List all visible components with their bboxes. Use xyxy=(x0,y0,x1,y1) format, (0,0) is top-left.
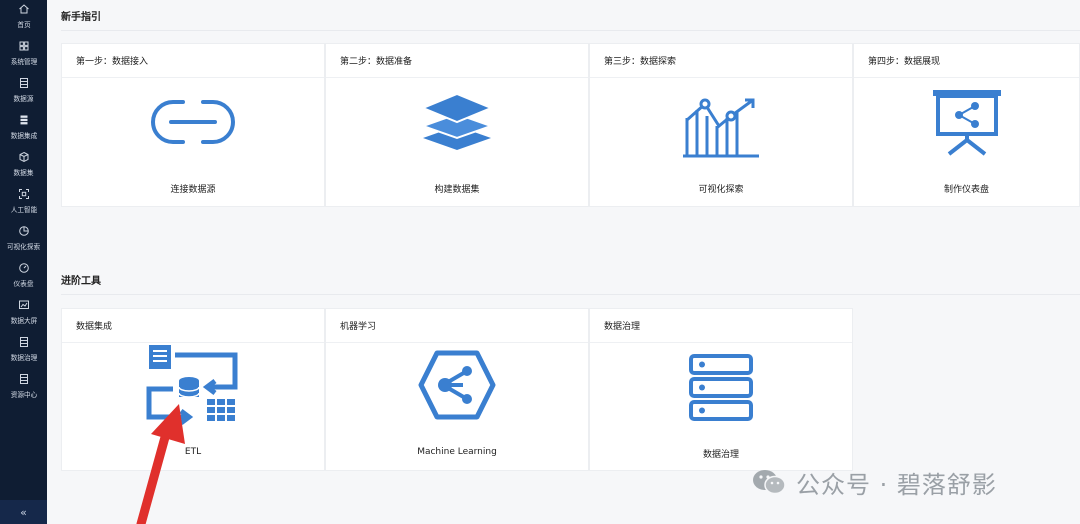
card-caption: 可视化探索 xyxy=(698,185,744,195)
sidebar-item-label: 数据大屏 xyxy=(10,317,37,325)
sidebar-item-dataset[interactable]: 数据集 xyxy=(0,148,47,185)
sidebar-item-label: 系统管理 xyxy=(10,58,37,66)
sidebar-item-label: 数据集成 xyxy=(10,132,37,140)
watermark-text: 公众号 · 碧落舒影 xyxy=(796,470,997,499)
sidebar-item-governance[interactable]: 数据治理 xyxy=(0,333,47,370)
scan-icon xyxy=(18,189,29,199)
sidebar-item-label: 人工智能 xyxy=(10,206,37,214)
sidebar-item-home[interactable]: 首页 xyxy=(0,0,47,37)
sidebar-item-ai[interactable]: 人工智能 xyxy=(0,185,47,222)
card-caption: 制作仪表盘 xyxy=(943,185,989,195)
sidebar-item-label: 数据治理 xyxy=(10,354,37,362)
double-chevron-left-icon: « xyxy=(20,505,27,519)
ml-hexagon-icon xyxy=(418,350,496,420)
guide-card-dashboard[interactable]: 第四步：数据展现 制作仪表盘 xyxy=(853,43,1080,207)
gauge-icon xyxy=(18,263,29,273)
sidebar-item-label: 数据集 xyxy=(13,169,34,177)
tool-card-ml[interactable]: 机器学习 Machine Learning xyxy=(325,308,589,471)
card-caption: 数据治理 xyxy=(702,450,739,460)
section-title-advanced: 进阶工具 xyxy=(61,276,101,287)
divider xyxy=(61,30,1080,31)
stack-layers-icon xyxy=(419,92,495,150)
document-icon xyxy=(19,337,28,347)
card-header: 第二步：数据准备 xyxy=(326,44,588,78)
guide-card-explore[interactable]: 第三步：数据探索 可视化探索 xyxy=(589,43,853,207)
card-header: 第四步：数据展现 xyxy=(854,44,1079,78)
sidebar-item-visual-explore[interactable]: 可视化探索 xyxy=(0,222,47,259)
sidebar-item-resources[interactable]: 资源中心 xyxy=(0,370,47,407)
section-title-guide: 新手指引 xyxy=(61,12,101,23)
sidebar-item-label: 首页 xyxy=(16,21,31,29)
pie-icon xyxy=(18,226,29,236)
sidebar-item-integration[interactable]: 数据集成 xyxy=(0,111,47,148)
card-header: 第一步：数据接入 xyxy=(62,44,324,78)
presentation-share-icon xyxy=(932,90,1001,156)
server-stack-icon xyxy=(689,354,753,421)
sidebar-item-label: 可视化探索 xyxy=(6,243,41,251)
sidebar-item-system[interactable]: 系统管理 xyxy=(0,37,47,74)
home-icon xyxy=(18,4,29,14)
sidebar-item-label: 仪表盘 xyxy=(13,280,34,288)
divider xyxy=(61,294,1080,295)
tool-card-governance[interactable]: 数据治理 数据治理 xyxy=(589,308,853,471)
card-header: 数据集成 xyxy=(62,309,324,343)
link-icon xyxy=(151,100,235,144)
wechat-logo-icon xyxy=(753,470,786,495)
annotation-arrow-icon xyxy=(136,404,185,524)
guide-card-dataset[interactable]: 第二步：数据准备 构建数据集 xyxy=(325,43,589,207)
cube-icon xyxy=(19,151,28,163)
monitor-chart-icon xyxy=(18,300,29,309)
main-content: 新手指引 第一步：数据接入 连接数据源 第二步：数据准备 构建数据集 第三步：数… xyxy=(47,0,1080,524)
guide-card-connect[interactable]: 第一步：数据接入 连接数据源 xyxy=(61,43,325,207)
watermark: 公众号 · 碧落舒影 xyxy=(752,466,997,499)
app-root: 首页 系统管理 数据源 数据集成 数据集 人工智能 可视化探索 仪表盘 数据大屏… xyxy=(0,0,1080,524)
sidebar-item-bigscreen[interactable]: 数据大屏 xyxy=(0,296,47,333)
sidebar-collapse-button[interactable]: « xyxy=(0,500,47,524)
layers-icon xyxy=(20,115,27,125)
card-header: 数据治理 xyxy=(590,309,852,343)
document-icon xyxy=(19,78,28,88)
card-header: 机器学习 xyxy=(326,309,588,343)
card-caption: 构建数据集 xyxy=(434,185,480,195)
sidebar-item-datasource[interactable]: 数据源 xyxy=(0,74,47,111)
sidebar-item-label: 数据源 xyxy=(13,95,34,103)
card-caption: Machine Learning xyxy=(417,447,497,457)
card-caption: 连接数据源 xyxy=(170,185,216,195)
sidebar-item-dashboard[interactable]: 仪表盘 xyxy=(0,259,47,296)
grid-icon xyxy=(19,41,28,51)
card-header: 第三步：数据探索 xyxy=(590,44,852,78)
sidebar-item-label: 资源中心 xyxy=(10,391,37,399)
growth-chart-icon xyxy=(683,98,759,158)
document-icon xyxy=(19,374,28,384)
sidebar: 首页 系统管理 数据源 数据集成 数据集 人工智能 可视化探索 仪表盘 数据大屏… xyxy=(0,0,47,524)
